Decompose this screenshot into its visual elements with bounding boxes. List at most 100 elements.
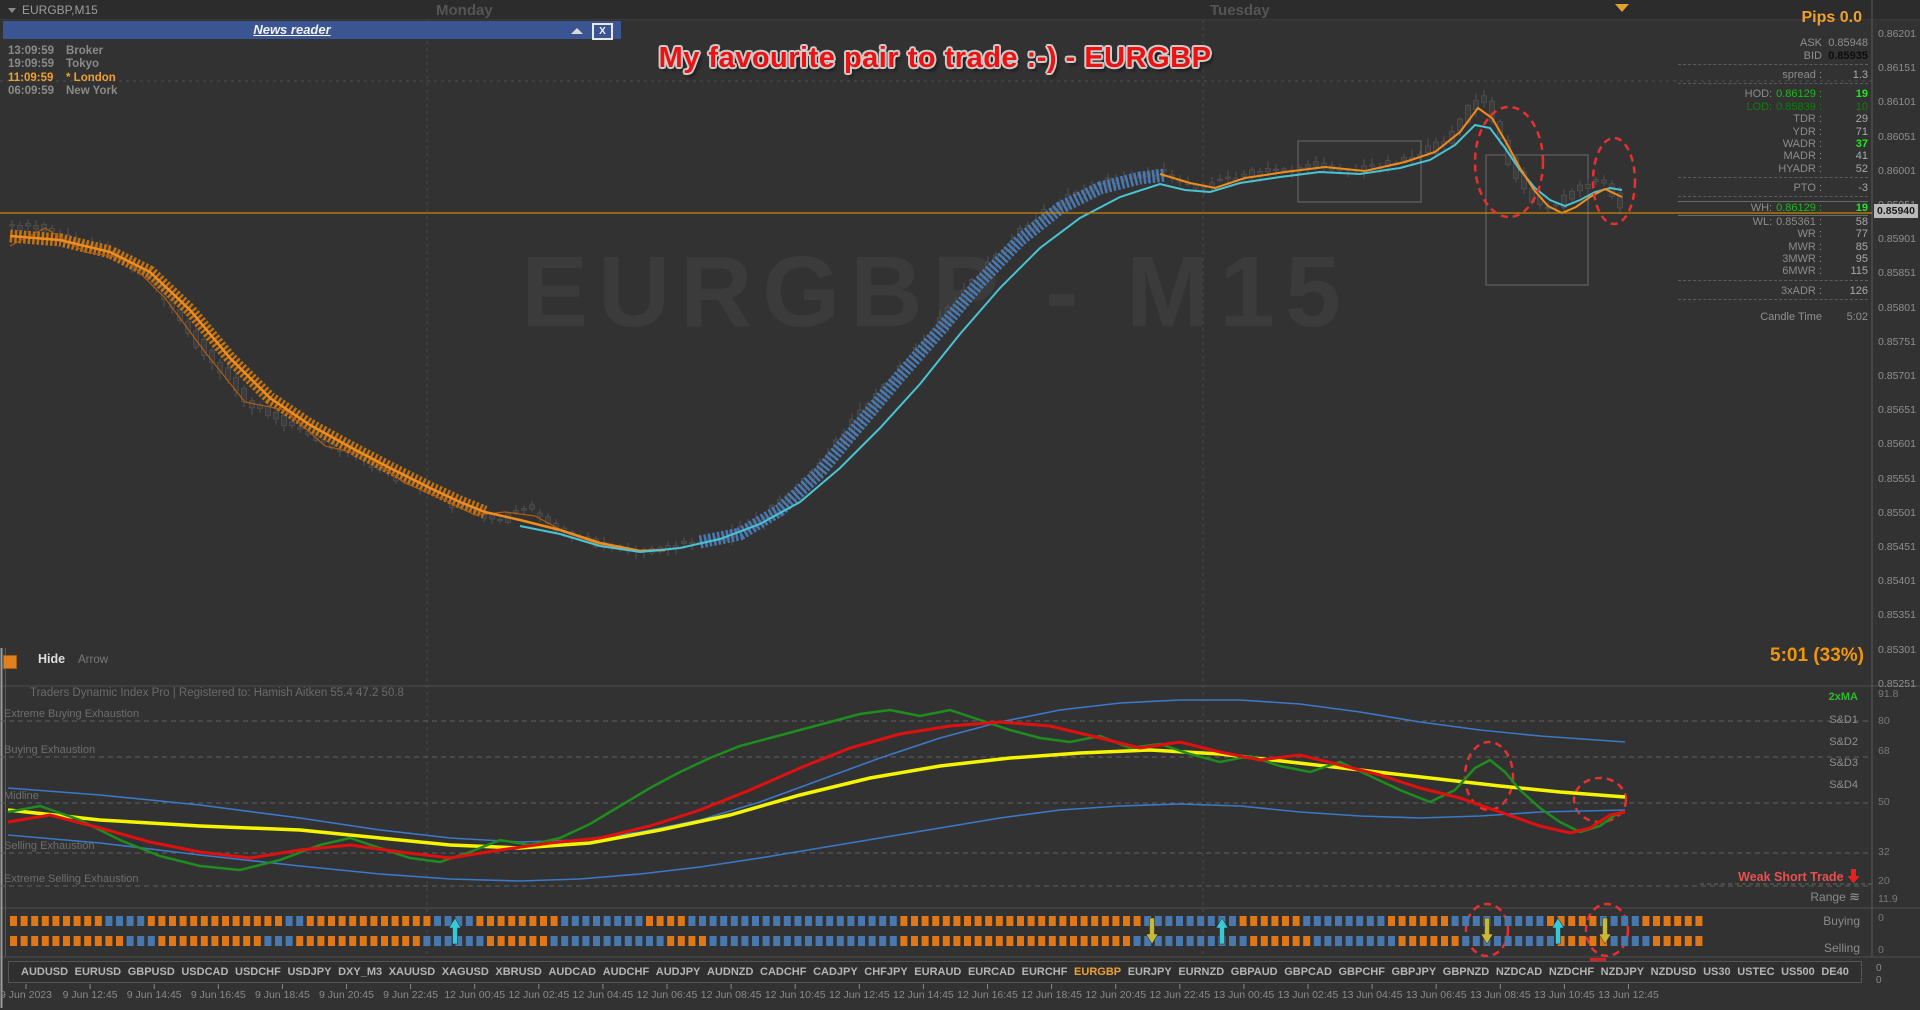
stats-divider: [1678, 299, 1868, 302]
symbol-tab-eurcad[interactable]: EURCAD: [968, 966, 1015, 978]
stats-label: 3MWR :: [1782, 253, 1822, 266]
time-axis-label: 9 Jun 16:45: [190, 989, 246, 1001]
symbol-tab-us500[interactable]: US500: [1781, 966, 1815, 978]
symbol-tab-eurjpy[interactable]: EURJPY: [1128, 966, 1172, 978]
symbol-tab-chfjpy[interactable]: CHFJPY: [864, 966, 907, 978]
stats-value: 1.3: [1852, 68, 1868, 81]
symbol-tab-usdchf[interactable]: USDCHF: [235, 966, 281, 978]
stats-divider: [1678, 83, 1868, 86]
tdi-scale-value: 11.9: [1878, 893, 1898, 905]
stats-value: 10: [1855, 100, 1868, 113]
current-price-tag: 0.85940: [1874, 204, 1918, 218]
symbol-tab-audnzd[interactable]: AUDNZD: [707, 966, 753, 978]
price-axis-label: 0.85651: [1878, 404, 1916, 417]
grid-lines: [0, 20, 1872, 957]
dots-axis-value: 0: [1878, 944, 1884, 956]
symbol-tab-cadjpy[interactable]: CADJPY: [813, 966, 858, 978]
symbol-tab-audcad[interactable]: AUDCAD: [548, 966, 596, 978]
symbol-tab-xagusd[interactable]: XAGUSD: [442, 966, 489, 978]
tdi-base-line: [7, 748, 1626, 850]
orange-ma-line: [9, 234, 666, 553]
symbol-tabs-bar[interactable]: AUDUSD EURUSD GBPUSD USDCAD USDCHF USDJPY DXY_…: [8, 961, 1862, 983]
tdi-right-label: S&D1: [1829, 714, 1858, 726]
symbol-tab-gbpnzd[interactable]: GBPNZD: [1443, 966, 1489, 978]
stats-label: Candle Time: [1760, 311, 1822, 324]
symbol-tab-ustec[interactable]: USTEC: [1737, 966, 1774, 978]
stats-divider: [1678, 63, 1868, 67]
tdi-level-label: Extreme Selling Exhaustion: [4, 873, 139, 885]
stats-gap: [1678, 304, 1868, 311]
range-signal-text: Range: [1810, 890, 1846, 904]
stats-row: WADR : 37: [1678, 138, 1868, 150]
symbol-tab-gbpaud[interactable]: GBPAUD: [1231, 966, 1278, 978]
indicator-corner-icon[interactable]: [3, 655, 17, 669]
symbol-tab-usdjpy[interactable]: USDJPY: [287, 966, 331, 978]
symbol-tab-eurgbp[interactable]: EURGBP: [1074, 966, 1121, 978]
stats-row: TDR : 29: [1678, 113, 1868, 125]
symbol-tab-dxy_m3[interactable]: DXY_M3: [338, 966, 382, 978]
close-icon[interactable]: X: [592, 23, 613, 40]
range-signal: Range ≋: [1810, 889, 1860, 905]
dots-axis-value: 0: [1878, 912, 1884, 924]
symbol-tab-gbpjpy[interactable]: GBPJPY: [1392, 966, 1437, 978]
stats-row: HOD: 0.86129 : 19: [1678, 88, 1868, 100]
time-axis-label: 13 Jun 04:45: [1341, 989, 1403, 1001]
trade-signal: Weak Short Trade: [1738, 869, 1860, 884]
stats-label: LOD:: [1746, 100, 1773, 113]
chart-banner-text: My favourite pair to trade :-) - EURGBP: [658, 42, 1212, 74]
stats-row: LOD: 0.85839 : 10: [1678, 101, 1868, 113]
collapse-icon[interactable]: [571, 28, 583, 34]
symbol-tab-nzdcad[interactable]: NZDCAD: [1496, 966, 1542, 978]
squiggle-icon: ≋: [1849, 889, 1860, 904]
time-axis-label: 12 Jun 02:45: [508, 989, 570, 1001]
stats-label: WADR :: [1782, 137, 1822, 150]
symbol-tab-audjpy[interactable]: AUDJPY: [656, 966, 701, 978]
symbol-tab-cadchf[interactable]: CADCHF: [760, 966, 806, 978]
price-axis-label: 0.85751: [1878, 335, 1916, 348]
moving-average-lines: [9, 106, 1623, 554]
hide-button[interactable]: Hide: [38, 652, 65, 666]
symbol-tab-xauusd[interactable]: XAUUSD: [389, 966, 435, 978]
symbol-tab-gbpusd[interactable]: GBPUSD: [128, 966, 175, 978]
stats-label: WH:: [1750, 202, 1773, 215]
symbol-tab-nzdjpy[interactable]: NZDJPY: [1601, 966, 1644, 978]
symbol-tab-nzdchf[interactable]: NZDCHF: [1549, 966, 1594, 978]
symbol-tab-de40[interactable]: DE40: [1821, 966, 1849, 978]
news-reader-title[interactable]: News reader: [3, 22, 581, 37]
symbol-tab-audchf[interactable]: AUDCHF: [603, 966, 649, 978]
news-reader-bar[interactable]: News reader X: [3, 21, 621, 40]
price-axis-label: 0.85301: [1878, 643, 1916, 656]
symbol-tab-gbpcad[interactable]: GBPCAD: [1284, 966, 1332, 978]
symbol-tab-gbpchf[interactable]: GBPCHF: [1338, 966, 1384, 978]
symbol-timeframe-label[interactable]: EURGBP,M15: [22, 3, 98, 17]
symbol-tab-eurusd[interactable]: EURUSD: [75, 966, 121, 978]
symbol-tab-euraud[interactable]: EURAUD: [914, 966, 961, 978]
stats-label: WL:: [1752, 215, 1773, 228]
symbol-tab-xbrusd[interactable]: XBRUSD: [495, 966, 541, 978]
stats-label: MWR :: [1788, 240, 1822, 253]
price-axis-label: 0.85551: [1878, 472, 1916, 485]
time-axis-label: 12 Jun 20:45: [1085, 989, 1147, 1001]
chevron-down-icon[interactable]: [8, 8, 16, 13]
price-axis-label: 0.85801: [1878, 301, 1916, 314]
symbol-tab-audusd[interactable]: AUDUSD: [21, 966, 68, 978]
symbol-tab-usdcad[interactable]: USDCAD: [181, 966, 228, 978]
time-axis-label: 12 Jun 00:45: [444, 989, 506, 1001]
symbol-tab-us30[interactable]: US30: [1703, 966, 1731, 978]
symbol-tab-eurnzd[interactable]: EURNZD: [1178, 966, 1224, 978]
tdi-level-lines: [0, 720, 1872, 887]
pairs-extra-value: 0: [1876, 963, 1882, 974]
symbol-tab-nzdusd[interactable]: NZDUSD: [1651, 966, 1697, 978]
stats-label: 3xADR :: [1781, 284, 1822, 297]
stats-row: 6MWR : 115: [1678, 265, 1868, 277]
stats-value: 95: [1855, 253, 1868, 266]
signal-line-left: [9, 227, 641, 553]
tdi-right-label: S&D3: [1829, 757, 1858, 769]
time-axis-label: 13 Jun 00:45: [1213, 989, 1275, 1001]
arrow-button[interactable]: Arrow: [78, 654, 108, 666]
symbol-tab-eurchf[interactable]: EURCHF: [1022, 966, 1068, 978]
tdi-indicator-title: Traders Dynamic Index Pro | Registered t…: [30, 687, 404, 699]
buy-sell-dot-rows: [10, 916, 1703, 946]
stats-label: HOD:: [1744, 88, 1773, 101]
stats-mid-value: 0.85839 :: [1776, 100, 1822, 113]
